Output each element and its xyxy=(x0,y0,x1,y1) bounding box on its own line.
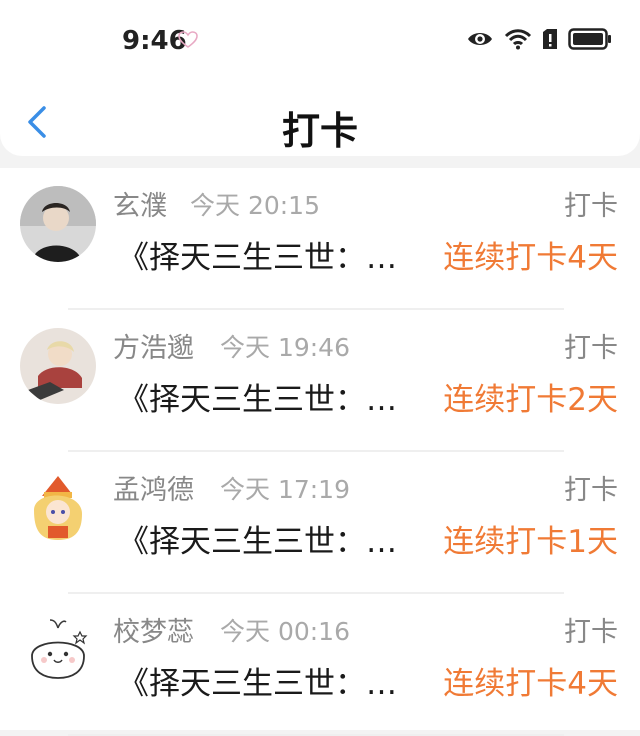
avatar[interactable] xyxy=(20,186,96,262)
checkin-list: 玄濮 今天 20:15 打卡 《择天三生三世：… 连续打卡4天 方浩邈 今天 1… xyxy=(0,168,640,736)
post-time: 今天 00:16 xyxy=(220,617,350,646)
action-label: 打卡 xyxy=(564,191,618,222)
header: 9:46 打卡 xyxy=(0,0,640,156)
book-title: 《择天三生三世：… xyxy=(118,666,397,702)
post-time: 今天 19:46 xyxy=(220,333,350,362)
action-label: 打卡 xyxy=(564,333,618,364)
book-title: 《择天三生三世：… xyxy=(118,382,397,418)
status-icons xyxy=(466,28,612,50)
list-item[interactable]: 孟鸿德 今天 17:19 打卡 《择天三生三世：… 连续打卡1天 xyxy=(0,452,640,594)
avatar[interactable] xyxy=(20,328,96,404)
streak-label: 连续打卡4天 xyxy=(443,240,618,276)
streak-label: 连续打卡2天 xyxy=(443,382,618,418)
streak-label: 连续打卡4天 xyxy=(443,666,618,702)
wifi-icon xyxy=(504,29,532,50)
action-label: 打卡 xyxy=(564,617,618,648)
avatar[interactable] xyxy=(20,612,96,688)
status-time: 9:46 xyxy=(122,26,187,56)
sim-alert-icon xyxy=(543,29,557,49)
heart-icon xyxy=(178,31,198,48)
user-name: 孟鸿德 xyxy=(113,475,194,506)
page-title: 打卡 xyxy=(281,109,358,153)
battery-icon xyxy=(568,28,611,50)
user-name: 校梦蕊 xyxy=(113,617,194,648)
list-item[interactable]: 校梦蕊 今天 00:16 打卡 《择天三生三世：… 连续打卡4天 xyxy=(0,594,640,736)
list-item[interactable]: 玄濮 今天 20:15 打卡 《择天三生三世：… 连续打卡4天 xyxy=(0,168,640,310)
eye-icon xyxy=(468,33,492,45)
user-name: 方浩邈 xyxy=(113,333,194,364)
action-label: 打卡 xyxy=(564,475,618,506)
streak-label: 连续打卡1天 xyxy=(443,524,618,560)
book-title: 《择天三生三世：… xyxy=(118,240,397,276)
book-title: 《择天三生三世：… xyxy=(118,524,397,560)
avatar[interactable] xyxy=(20,470,96,546)
post-time: 今天 20:15 xyxy=(190,191,320,220)
post-time: 今天 17:19 xyxy=(220,475,350,504)
user-name: 玄濮 xyxy=(113,191,167,222)
list-item[interactable]: 方浩邈 今天 19:46 打卡 《择天三生三世：… 连续打卡2天 xyxy=(0,310,640,452)
